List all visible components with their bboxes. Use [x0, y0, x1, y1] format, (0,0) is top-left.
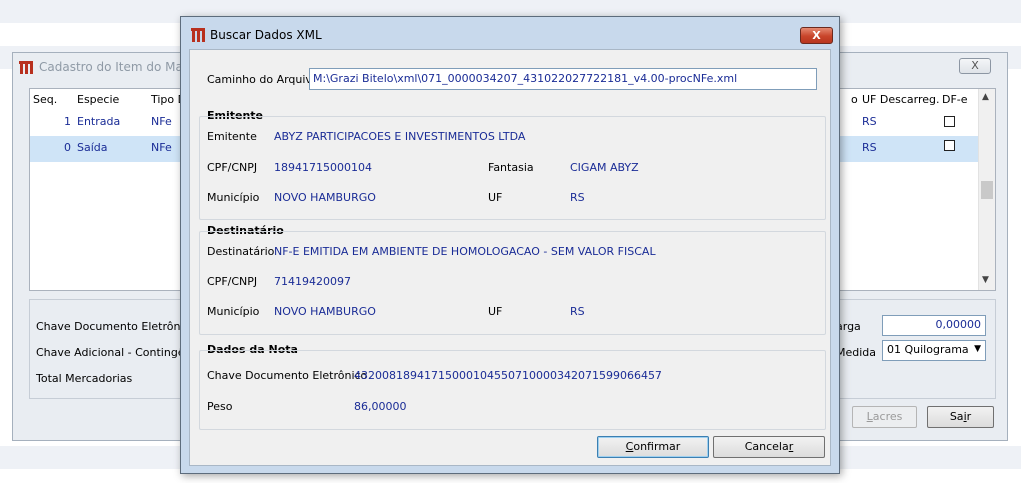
- medida-label: Medida: [836, 346, 877, 359]
- cadastro-window-title: Cadastro do Item do Manif: [39, 60, 199, 74]
- cancelar-button[interactable]: Cancelar: [713, 436, 825, 458]
- col-header-seq[interactable]: Seq.: [33, 93, 57, 106]
- chevron-down-icon: ▼: [974, 344, 981, 354]
- chave-doc-label: Chave Documento Eletrônico: [36, 320, 197, 333]
- dialog-body: Caminho do Arquivo M:\Grazi Bitelo\xml\0…: [189, 49, 831, 466]
- lacres-button[interactable]: Lacres: [852, 406, 917, 428]
- fantasia-label: Fantasia: [488, 161, 534, 174]
- destinatario-cpf-label: CPF/CNPJ: [207, 275, 258, 288]
- destinatario-municipio-value: NOVO HAMBURGO: [274, 305, 376, 318]
- row-uf: RS: [862, 141, 877, 154]
- scroll-down-icon[interactable]: ▼: [982, 275, 989, 285]
- caminho-label: Caminho do Arquivo: [207, 73, 319, 86]
- emitente-value: ABYZ PARTICIPACOES E INVESTIMENTOS LTDA: [274, 130, 526, 143]
- close-icon: X: [971, 59, 979, 72]
- row-dfe-checkbox[interactable]: [944, 140, 955, 151]
- col-header-uf-descarreg[interactable]: UF Descarreg.: [862, 93, 940, 106]
- scroll-up-icon[interactable]: ▲: [982, 92, 989, 102]
- emitente-cpf-value: 18941715000104: [274, 161, 372, 174]
- medida-selected-value: 01 Quilograma: [887, 343, 969, 356]
- row-uf: RS: [862, 115, 877, 128]
- emitente-label: Emitente: [207, 130, 257, 143]
- destinatario-label: Destinatário: [207, 245, 275, 258]
- cadastro-close-button[interactable]: X: [959, 58, 991, 74]
- row-seq: 0: [64, 141, 71, 154]
- row-seq: 1: [64, 115, 71, 128]
- destinatario-cpf-value: 71419420097: [274, 275, 351, 288]
- peso-label: Peso: [207, 400, 233, 413]
- emitente-municipio-label: Município: [207, 191, 260, 204]
- emitente-uf-label: UF: [488, 191, 503, 204]
- close-icon: X: [812, 29, 821, 42]
- chave-adicional-label: Chave Adicional - Contingênci: [36, 346, 201, 359]
- dialog-title: Buscar Dados XML: [210, 28, 322, 42]
- destinatario-uf-label: UF: [488, 305, 503, 318]
- grid-vertical-scrollbar[interactable]: ▲ ▼: [978, 89, 995, 290]
- app-logo-icon: [19, 60, 33, 77]
- emitente-cpf-label: CPF/CNPJ: [207, 161, 258, 174]
- col-header-dfe[interactable]: DF-e: [942, 93, 968, 106]
- medida-select[interactable]: 01 Quilograma ▼: [882, 340, 986, 361]
- col-header-especie[interactable]: Especie: [77, 93, 119, 106]
- row-dfe-checkbox[interactable]: [944, 116, 955, 127]
- emitente-uf-value: RS: [570, 191, 585, 204]
- destinatario-value: NF-E EMITIDA EM AMBIENTE DE HOMOLOGACAO …: [274, 245, 656, 258]
- nota-chave-value: 4320081894171500010455071000034207159906…: [354, 369, 662, 382]
- buscar-dados-xml-dialog: Buscar Dados XML X Caminho do Arquivo M:…: [180, 16, 840, 474]
- row-tipo: NFe: [151, 115, 172, 128]
- carga-input[interactable]: 0,00000: [882, 315, 986, 336]
- row-tipo: NFe: [151, 141, 172, 154]
- destinatario-uf-value: RS: [570, 305, 585, 318]
- row-especie: Saída: [77, 141, 108, 154]
- dados-nota-group: [199, 350, 826, 430]
- dialog-close-button[interactable]: X: [800, 27, 833, 44]
- scrollbar-thumb[interactable]: [981, 181, 993, 199]
- row-especie: Entrada: [77, 115, 121, 128]
- nota-chave-label: Chave Documento Eletrônico: [207, 369, 368, 382]
- confirmar-button[interactable]: Confirmar: [597, 436, 709, 458]
- destinatario-municipio-label: Município: [207, 305, 260, 318]
- total-mercadorias-label: Total Mercadorias: [36, 372, 133, 385]
- fantasia-value: CIGAM ABYZ: [570, 161, 639, 174]
- sair-button[interactable]: Sair: [927, 406, 994, 428]
- col-header-partial[interactable]: o: [851, 93, 858, 106]
- caminho-arquivo-input[interactable]: M:\Grazi Bitelo\xml\071_0000034207_43102…: [309, 68, 817, 90]
- dialog-titlebar[interactable]: Buscar Dados XML X: [181, 17, 839, 49]
- peso-value: 86,00000: [354, 400, 407, 413]
- app-logo-icon: [191, 27, 205, 45]
- emitente-municipio-value: NOVO HAMBURGO: [274, 191, 376, 204]
